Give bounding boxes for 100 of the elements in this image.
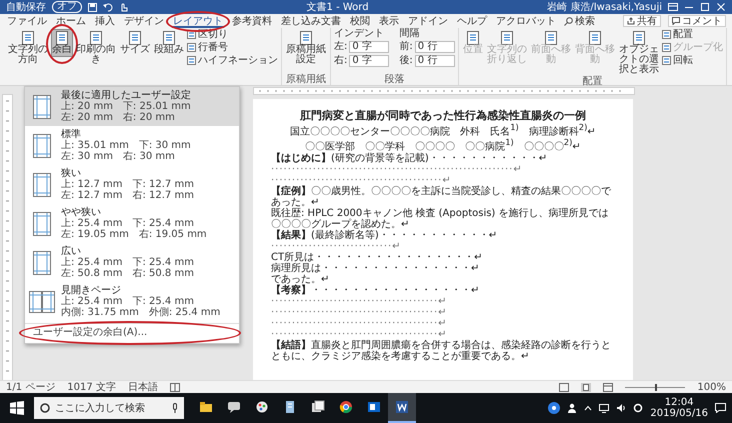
browser-icon bbox=[339, 400, 353, 414]
dotted-line: ·········································↵ bbox=[271, 174, 452, 186]
web-layout-icon[interactable] bbox=[603, 382, 614, 392]
option-title: 狭い bbox=[61, 168, 82, 179]
ribbon-button[interactable]: ハイフネーション bbox=[187, 55, 278, 66]
body-paragraph: 【はじめに】(研究の背景等を記載)・・・・・・・・・・・↵ bbox=[271, 152, 548, 164]
volume-icon[interactable] bbox=[616, 403, 626, 413]
margin-option[interactable]: 標準 上: 35.01 mm 下: 30 mm 左: 30 mm 右: 30 mm bbox=[25, 126, 239, 165]
search-label[interactable]: 検索 bbox=[575, 14, 595, 28]
group-label: 段落 bbox=[383, 75, 406, 85]
files-icon bbox=[311, 400, 325, 414]
body-paragraph: 既往歴: HPLC 2000キャノン他 検査 (Apoptosis) を施行し、病理所見では〇〇〇〇グループを認めた。↵ bbox=[271, 208, 610, 230]
ribbon-tab[interactable]: 挿入 bbox=[94, 14, 116, 28]
read-mode-icon[interactable] bbox=[559, 382, 570, 392]
margin-values: 左: 20 mm 右: 20 mm bbox=[61, 112, 176, 123]
microphone-icon[interactable] bbox=[172, 403, 178, 413]
word-count[interactable]: 1017 文字 bbox=[67, 380, 116, 394]
print-layout-icon[interactable] bbox=[581, 382, 592, 392]
margin-option[interactable]: 見開きページ 上: 25.4 mm 下: 25.4 mm 内側: 31.75 mm 外側: 25.4 mm bbox=[25, 282, 239, 321]
margin-option[interactable]: 狭い 上: 12.7 mm 下: 12.7 mm 左: 12.7 mm 右: 12.7 mm bbox=[25, 165, 239, 204]
body-paragraph: CT所見は・・・・・・・・・・・・・・・・↵ bbox=[271, 252, 484, 263]
dotted-line: ·····························↵ bbox=[271, 240, 403, 252]
person-icon[interactable] bbox=[567, 403, 578, 413]
margin-values: 左: 30 mm 右: 30 mm bbox=[61, 151, 176, 162]
chevron-up-icon[interactable] bbox=[584, 405, 592, 411]
ribbon-button[interactable]: 原稿用紙設定 bbox=[285, 29, 327, 67]
notification-icon[interactable] bbox=[715, 403, 726, 413]
document-icon bbox=[586, 31, 603, 45]
slider-thumb[interactable] bbox=[655, 384, 658, 390]
ribbon-tab[interactable]: ホーム bbox=[55, 14, 87, 28]
search-field[interactable]: ここに入力して検索 bbox=[34, 397, 184, 419]
clock-date[interactable]: 2019/05/16 bbox=[650, 408, 708, 419]
close-icon[interactable] bbox=[716, 3, 726, 11]
mail-icon bbox=[367, 400, 381, 414]
cortana-icon bbox=[40, 403, 50, 413]
margin-values: 左: 50.8 mm 右: 50.8 mm bbox=[61, 268, 194, 279]
lines-icon bbox=[662, 56, 671, 65]
body-paragraph: 【症例】〇〇歳男性。〇〇〇〇を主訴に当院受診し、精査の結果〇〇〇〇であった。↵ bbox=[271, 186, 612, 208]
ribbon-tab[interactable]: デザイン bbox=[123, 14, 165, 28]
group-label: 原稿用紙 bbox=[285, 75, 327, 85]
ribbon-tab[interactable]: ヘルプ bbox=[456, 14, 488, 28]
spin-field[interactable]: 0 行 bbox=[414, 55, 455, 67]
document-icon bbox=[542, 31, 559, 45]
document-icon bbox=[54, 31, 70, 45]
page-count[interactable]: 1/1 ページ bbox=[6, 380, 56, 394]
ribbon-button[interactable]: 印刷の向き bbox=[75, 29, 117, 67]
body-paragraph: 【結語】直腸炎と肛門周囲膿瘍を合併する場合は、感染経路の診断を行うとともに、クラミジア感染を考慮することが重要である。↵ bbox=[271, 340, 612, 362]
ribbon-tab[interactable]: ファイル bbox=[6, 14, 48, 28]
spin-field[interactable]: 0 行 bbox=[414, 41, 455, 53]
margin-values: 上: 12.7 mm 下: 12.7 mm bbox=[61, 179, 194, 190]
ribbon-button[interactable]: 段組み bbox=[153, 29, 185, 57]
save-icon[interactable] bbox=[88, 2, 97, 12]
option-title: 広い bbox=[61, 246, 82, 257]
palette-icon bbox=[255, 400, 269, 414]
ribbon-button[interactable]: オブジェクトの選択と表示 bbox=[618, 29, 660, 77]
ribbon-options-icon[interactable] bbox=[668, 3, 678, 11]
autosave-toggle[interactable]: オフ bbox=[52, 1, 82, 13]
network-icon[interactable] bbox=[599, 403, 610, 413]
start-icon[interactable] bbox=[10, 401, 24, 415]
help-icon[interactable] bbox=[548, 402, 560, 414]
clock-time[interactable]: 12:04 bbox=[664, 397, 694, 408]
margin-values: 上: 25.4 mm 下: 25.4 mm bbox=[61, 257, 194, 268]
spin-field[interactable]: 0 字 bbox=[349, 55, 390, 67]
taskbar-app[interactable] bbox=[388, 393, 416, 423]
ribbon-button[interactable]: 余白 bbox=[51, 29, 73, 57]
share-button[interactable]: 共有 bbox=[623, 15, 661, 27]
ribbon-tab[interactable]: 参考資料 bbox=[231, 14, 273, 28]
margin-option[interactable]: やや狭い 上: 25.4 mm 下: 25.4 mm 左: 19.05 mm 右: 19.05 mm bbox=[25, 204, 239, 243]
user-name[interactable]: 岩崎 康浩/Iwasaki,Yasuji bbox=[547, 0, 662, 14]
document-icon bbox=[161, 31, 177, 45]
chat-icon bbox=[227, 400, 241, 414]
search-icon[interactable] bbox=[564, 16, 573, 26]
margin-option[interactable]: 最後に適用したユーザー設定 上: 20 mm 下: 25.01 mm 左: 20 mm 右: 20 mm bbox=[25, 87, 239, 126]
dotted-line: ········································↵ bbox=[271, 306, 449, 318]
ribbon-tab[interactable]: 校閲 bbox=[349, 14, 371, 28]
ribbon-button[interactable]: 回転 bbox=[662, 55, 723, 66]
folder-icon bbox=[199, 400, 213, 414]
margin-values: 左: 12.7 mm 右: 12.7 mm bbox=[61, 190, 194, 201]
document-icon bbox=[127, 31, 143, 45]
ribbon-tab[interactable]: アドイン bbox=[407, 14, 449, 28]
group-label: 配置 bbox=[581, 77, 604, 87]
ribbon-tab[interactable]: 差し込み文書 bbox=[280, 14, 342, 28]
custom-margins-item[interactable]: ユーザー設定の余白(A)... bbox=[25, 324, 156, 341]
margin-option[interactable]: 広い 上: 25.4 mm 下: 25.4 mm 左: 50.8 mm 右: 50.8 mm bbox=[25, 243, 239, 282]
option-title: 見開きページ bbox=[61, 285, 122, 296]
book-icon[interactable] bbox=[170, 382, 180, 392]
comments-button[interactable]: コメント bbox=[668, 15, 726, 27]
lines-icon bbox=[187, 43, 196, 52]
language-indicator[interactable]: 日本語 bbox=[128, 380, 158, 394]
ribbon-button[interactable]: サイズ bbox=[119, 29, 151, 57]
ribbon-button[interactable]: 配置 bbox=[662, 29, 723, 40]
ribbon-tab[interactable]: 表示 bbox=[378, 14, 400, 28]
ribbon-button[interactable]: 行番号 bbox=[187, 42, 278, 53]
spin-field[interactable]: 0 字 bbox=[349, 41, 390, 53]
ribbon-tab[interactable]: アクロバット bbox=[495, 14, 557, 28]
maximize-icon[interactable] bbox=[700, 3, 710, 11]
author-line: 〇〇医学部 〇〇学科 〇〇〇〇 〇〇病院$^{1)}$ 〇〇〇〇$^{2)}$↵ bbox=[304, 137, 582, 153]
search-placeholder: ここに入力して検索 bbox=[55, 402, 145, 415]
undo-icon[interactable] bbox=[103, 2, 113, 12]
zoom-level[interactable]: 100% bbox=[697, 382, 726, 392]
